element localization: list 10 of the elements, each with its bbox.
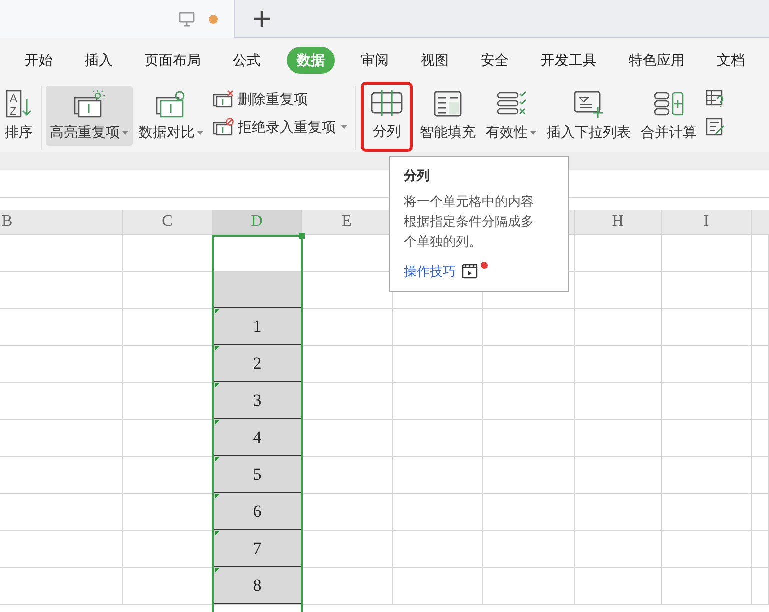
cell-text: 7 [253,538,262,560]
cell-text: 6 [253,500,262,523]
cell-text: 1 [253,316,262,338]
cell-text: 5 [253,464,262,486]
cell-text: 2 [253,352,262,375]
tooltip-description: 将一个单元格中的内容根据指定条件分隔成多个单独的列。 [404,192,535,250]
cell-text: 8 [253,574,262,597]
tooltip-title: 分列 [404,167,431,185]
cell-text: 4 [253,426,262,449]
cell-text: 3 [253,390,262,412]
